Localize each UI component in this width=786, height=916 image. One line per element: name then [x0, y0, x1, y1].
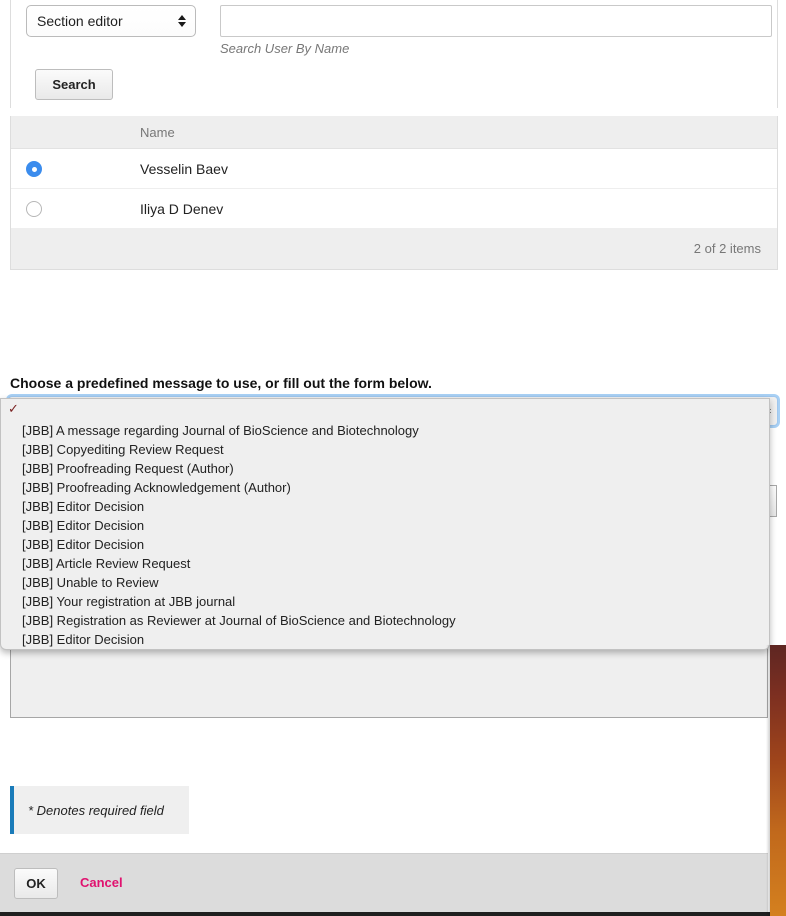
row-name: Vesselin Baev [140, 160, 228, 177]
required-field-note: * Denotes required field [10, 786, 189, 834]
table-header-row: Name [11, 116, 777, 149]
role-select-value: Section editor [37, 13, 123, 29]
dropdown-option-list: [JBB] A message regarding Journal of Bio… [1, 421, 769, 649]
item-count-label: 2 of 2 items [693, 241, 761, 256]
window-base-bar [0, 912, 786, 916]
dropdown-option[interactable]: [JBB] Unable to Review [1, 573, 769, 592]
dialog-body: Section editor Search User By Name Searc… [0, 0, 786, 916]
ok-button[interactable]: OK [14, 868, 58, 899]
search-hint: Search User By Name [220, 41, 350, 56]
dropdown-option[interactable]: [JBB] Editor Decision [1, 497, 769, 516]
search-button[interactable]: Search [35, 69, 113, 100]
predefined-message-label: Choose a predefined message to use, or f… [10, 375, 432, 391]
table-row[interactable]: Iliya D Denev [11, 189, 777, 229]
predefined-message-dropdown[interactable]: ✓ [JBB] A message regarding Journal of B… [0, 398, 770, 650]
dropdown-option[interactable]: [JBB] Registration as Reviewer at Journa… [1, 611, 769, 630]
search-input[interactable] [220, 5, 772, 37]
dropdown-option[interactable]: [JBB] Copyediting Review Request [1, 440, 769, 459]
dropdown-option[interactable]: [JBB] Your registration at JBB journal [1, 592, 769, 611]
dropdown-option[interactable]: [JBB] A message regarding Journal of Bio… [1, 421, 769, 440]
table-row[interactable]: Vesselin Baev [11, 149, 777, 189]
role-select[interactable]: Section editor [26, 5, 196, 37]
dropdown-option[interactable]: [JBB] Editor Decision [1, 535, 769, 554]
results-table: Name Vesselin Baev Iliya D Denev 2 of 2 … [10, 116, 778, 270]
dropdown-option[interactable]: [JBB] Editor Decision [1, 516, 769, 535]
dropdown-option[interactable]: [JBB] Article Review Request [1, 554, 769, 573]
row-radio-selected[interactable] [26, 160, 42, 177]
table-footer: 2 of 2 items [11, 229, 777, 269]
column-header-name: Name [140, 125, 175, 140]
dropdown-option[interactable]: [JBB] Proofreading Request (Author) [1, 459, 769, 478]
dialog-footer: OK Cancel [0, 853, 768, 912]
select-arrows-icon [177, 12, 186, 30]
row-radio[interactable] [26, 200, 42, 217]
page-edge-strip [770, 645, 786, 916]
cancel-button[interactable]: Cancel [80, 875, 123, 890]
row-name: Iliya D Denev [140, 200, 224, 217]
required-field-text: * Denotes required field [28, 802, 164, 818]
user-search-panel: Section editor Search User By Name Searc… [10, 0, 778, 108]
dropdown-option[interactable]: [JBB] Editor Decision [1, 630, 769, 649]
dropdown-option[interactable]: [JBB] Proofreading Acknowledgement (Auth… [1, 478, 769, 497]
check-icon: ✓ [8, 401, 19, 416]
